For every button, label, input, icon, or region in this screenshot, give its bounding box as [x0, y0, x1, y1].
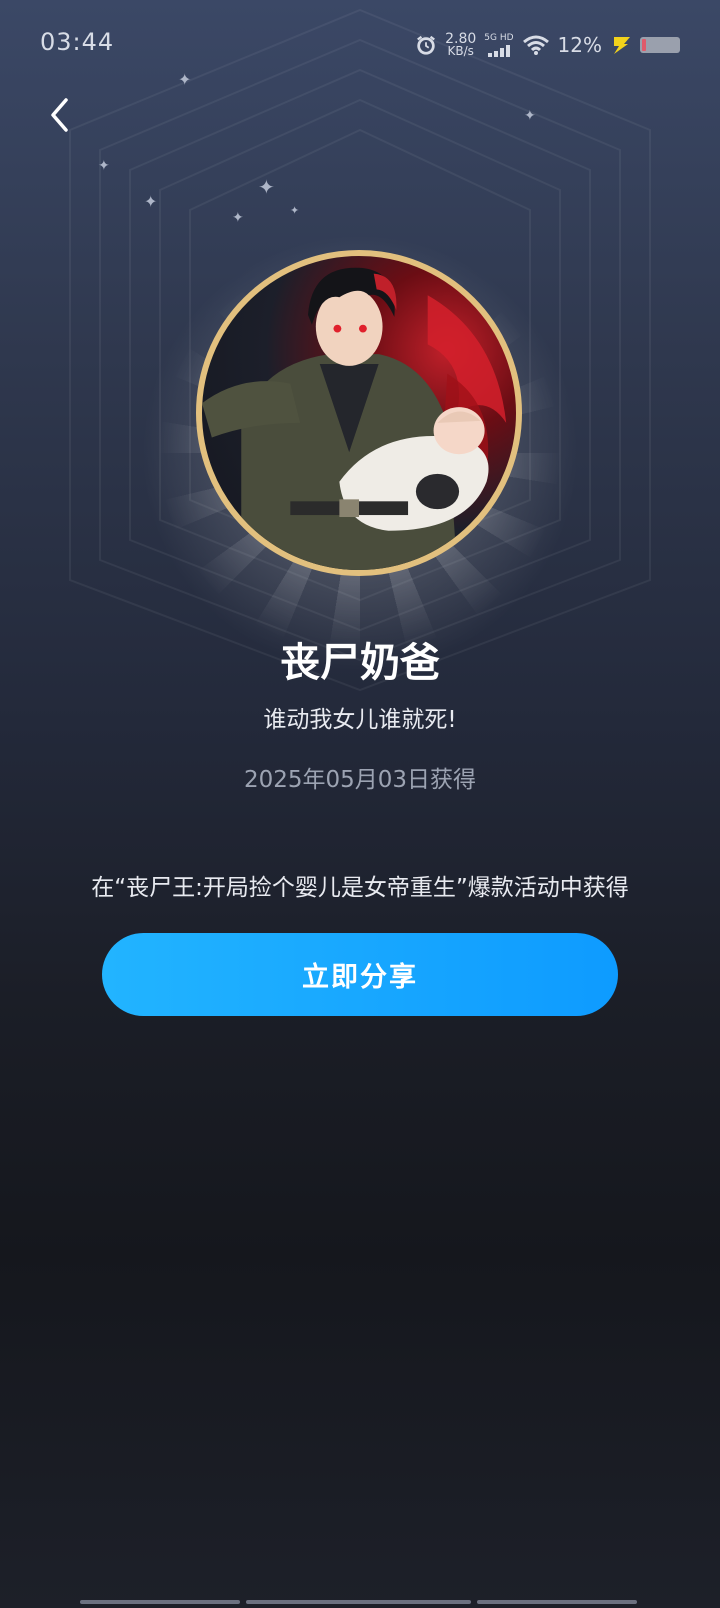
- badge-date: 2025年05月03日获得: [243, 767, 477, 793]
- sparkle-icon: ✦: [258, 175, 275, 199]
- badge-subtitle: 谁动我女儿谁就死!: [263, 707, 457, 733]
- battery-percent: 12%: [557, 33, 602, 57]
- status-bar: 03:44 2.80 KB/s 5G HD 12%: [0, 0, 720, 88]
- badge-title: 丧尸奶爸: [280, 640, 440, 686]
- badge-description: 在“丧尸王:开局捡个婴儿是女帝重生”爆款活动中获得: [91, 875, 629, 901]
- battery-icon: [640, 37, 680, 53]
- battery-level: [642, 39, 646, 51]
- network-label: 5G HD: [484, 32, 514, 43]
- back-button[interactable]: [34, 90, 84, 140]
- gesture-segment: [477, 1600, 637, 1604]
- network-indicator: 5G HD: [484, 32, 514, 57]
- chevron-left-icon: [51, 98, 68, 132]
- alarm-icon: [417, 35, 436, 55]
- sparkle-icon: ✦: [144, 192, 158, 211]
- net-speed-unit: KB/s: [447, 44, 474, 58]
- gesture-segment: [80, 1600, 240, 1604]
- sparkle-icon: ✦: [524, 108, 536, 124]
- wifi-icon: [522, 35, 549, 55]
- sparkle-icon: ✦: [178, 70, 192, 89]
- sparkle-icon: ✦: [232, 210, 244, 226]
- status-icons: 2.80 KB/s 5G HD 12%: [415, 30, 680, 60]
- status-time: 03:44: [40, 28, 115, 56]
- net-speed: 2.80 KB/s: [445, 32, 476, 58]
- avatar-illustration: [202, 267, 507, 570]
- badge-avatar: [196, 250, 522, 576]
- signal-icon: [487, 44, 510, 57]
- sparkle-icon: ✦: [98, 158, 110, 174]
- gesture-segment: [246, 1600, 471, 1604]
- sparkle-icon: ✦: [290, 204, 300, 217]
- share-button[interactable]: 立即分享: [102, 933, 618, 1016]
- gesture-bar: [80, 1600, 640, 1606]
- charge-icon: [614, 37, 630, 54]
